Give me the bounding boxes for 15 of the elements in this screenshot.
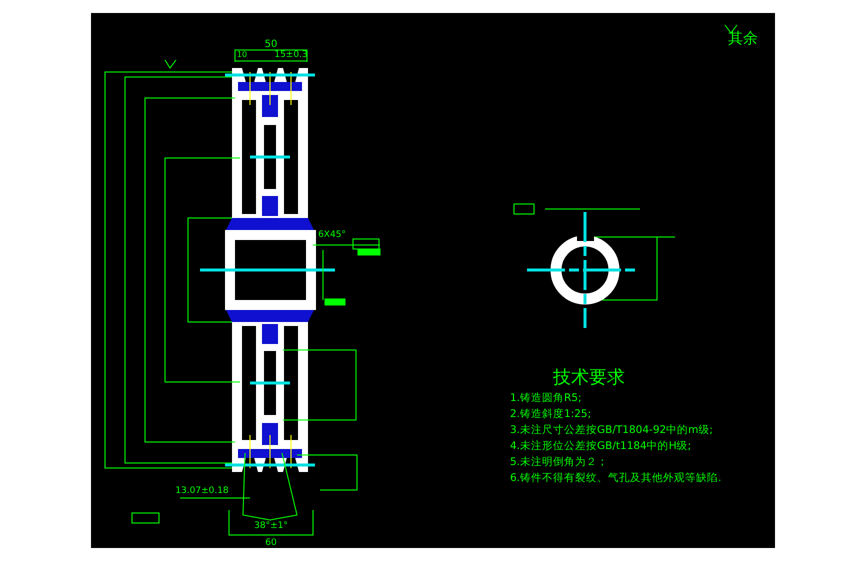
requirement-item: 1.铸造圆角R5; — [510, 392, 582, 404]
roughness-note: 其余 — [728, 29, 758, 47]
dimension-label: 13.07±0.18 — [175, 486, 229, 496]
dimension-label: 60 — [265, 538, 277, 548]
requirement-item: 2.铸造斜度1:25; — [510, 408, 592, 420]
requirements-title: 技术要求 — [553, 367, 625, 388]
dimension-label: 38°±1° — [254, 521, 288, 531]
requirement-item: 6.铸件不得有裂纹、气孔及其他外观等缺陷. — [510, 472, 722, 484]
requirement-item: 3.未注尺寸公差按GB/T1804-92中的m级; — [510, 424, 713, 436]
dimension-label: 6X45° — [318, 230, 346, 240]
requirement-item: 5.未注明倒角为２； — [510, 456, 608, 468]
dimension-label: 10 — [236, 50, 248, 59]
dimension-label: 50 — [264, 39, 278, 50]
requirement-item: 4.未注形位公差按GB/t1184中的H级; — [510, 440, 692, 452]
dimension-label: 15±0.3 — [274, 50, 308, 60]
